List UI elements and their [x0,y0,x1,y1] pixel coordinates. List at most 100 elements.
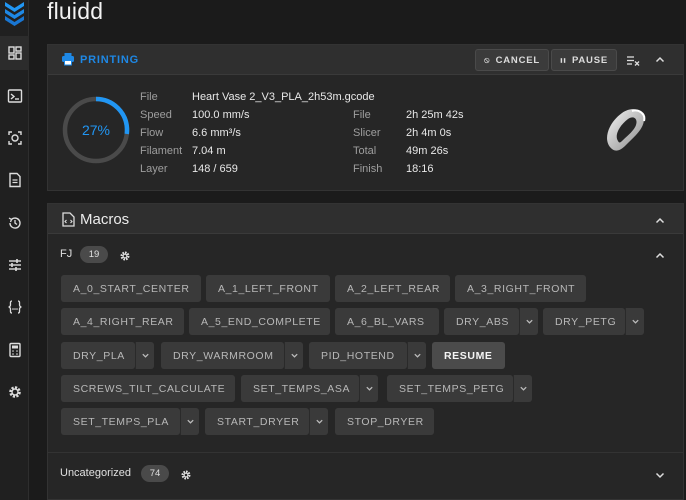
pause-button[interactable]: PAUSE [551,49,617,71]
tune-icon [8,259,21,271]
macro-button[interactable]: SCREWS_TILT_CALCULATE [61,375,235,402]
macro-button[interactable]: START_DRYER [205,408,309,435]
progress-percent: 27% [81,122,111,138]
macro-button[interactable]: DRY_ABS [444,308,519,335]
pause-button-label: PAUSE [571,54,608,66]
gear-icon[interactable] [180,468,192,486]
label-filament: Filament [140,145,183,157]
macro-group-name: FJ [60,248,73,260]
macro-button[interactable]: PID_HOTEND [309,342,407,369]
sidebar-item-macros-config[interactable] [0,290,29,324]
status-card-header: PRINTING CANCEL PAUSE [48,45,683,75]
label-layer: Layer [140,163,168,175]
chevron-down-icon [519,386,527,391]
macro-button[interactable]: A_0_START_CENTER [61,275,201,302]
macro-button[interactable]: SET_TEMPS_ASA [241,375,359,402]
model-thumbnail [607,109,646,151]
value-total-time: 49m 26s [406,145,449,157]
console-icon [7,89,22,103]
macro-button[interactable]: STOP_DRYER [335,408,434,435]
printer-status-card: PRINTING CANCEL PAUSE 27% File Heart Vas… [47,44,684,191]
value-layer: 148 / 659 [192,163,238,175]
macro-button[interactable]: SET_TEMPS_PLA [61,408,180,435]
macro-button[interactable]: A_6_BL_VARS [335,308,439,335]
calculator-icon [8,342,21,358]
macro-group-uncategorized-header[interactable]: Uncategorized 74 [48,455,683,493]
sidebar-item-camera[interactable] [0,121,29,155]
macros-title: Macros [80,211,130,228]
chevron-up-icon[interactable] [654,249,666,261]
chevron-down-icon [290,353,298,358]
macro-options-dropdown[interactable] [359,375,378,402]
printer-icon [61,52,75,71]
value-filename: Heart Vase 2_V3_PLA_2h53m.gcode [192,91,375,103]
collapse-macros-button[interactable] [654,214,666,226]
sidebar-item-settings[interactable] [0,375,29,409]
macro-button[interactable]: DRY_PLA [61,342,135,369]
resume-macro-button[interactable]: RESUME [432,342,505,369]
macro-button[interactable]: A_4_RIGHT_REAR [61,308,184,335]
history-icon [8,217,21,229]
sidebar-item-console[interactable] [0,79,29,113]
sidebar-item-calculator[interactable] [0,333,29,367]
file-icon [8,172,21,188]
collapse-status-button[interactable] [652,52,668,68]
macro-button[interactable]: A_3_RIGHT_FRONT [455,275,586,302]
macro-group-name: Uncategorized [60,467,131,479]
gear-icon [8,386,21,398]
value-slicer-time: 2h 4m 0s [406,127,452,139]
macro-options-dropdown[interactable] [625,308,644,335]
sidebar-item-history[interactable] [0,206,29,240]
value-speed: 100.0 mm/s [192,109,250,121]
label-speed: Speed [140,109,172,121]
macro-options-dropdown[interactable] [407,342,426,369]
fluidd-logo-icon[interactable] [2,0,27,28]
macro-options-dropdown[interactable] [519,308,538,335]
chevron-down-icon [315,419,323,424]
chevron-down-icon[interactable] [654,468,666,480]
macro-options-dropdown[interactable] [513,375,532,402]
print-state-label: PRINTING [80,54,139,66]
macro-button[interactable]: DRY_WARMROOM [161,342,284,369]
exclude-objects-button[interactable] [625,52,641,68]
chevron-down-icon [413,353,421,358]
sidebar-item-dashboard[interactable] [0,36,29,70]
macro-button[interactable]: A_2_LEFT_REAR [335,275,450,302]
macro-options-dropdown[interactable] [309,408,328,435]
cancel-icon [484,57,490,63]
chevron-down-icon [186,419,194,424]
file-code-icon [62,212,75,232]
chevron-down-icon [365,386,373,391]
macro-count-badge: 19 [80,246,108,263]
macro-options-dropdown[interactable] [284,342,303,369]
cancel-button-label: CANCEL [495,54,540,66]
macros-card-header: Macros [48,204,683,234]
sidebar-item-tune[interactable] [0,248,29,282]
label-file: File [140,91,158,103]
chevron-up-icon [655,56,665,63]
sidebar-item-files[interactable] [0,163,29,197]
sidebar [0,0,29,500]
camera-icon [7,131,22,145]
label-finish: Finish [353,163,383,175]
pause-icon [560,57,566,63]
code-braces-icon [7,300,22,314]
macro-button[interactable]: A_5_END_COMPLETE [189,308,330,335]
macro-button[interactable]: DRY_PETG [543,308,625,335]
macro-group-fj-header[interactable]: FJ 19 [48,236,683,274]
label-slicer-time: Slicer [353,127,381,139]
value-flow: 6.6 mm³/s [192,127,241,139]
value-filament: 7.04 m [192,145,226,157]
value-file-time: 2h 25m 42s [406,109,464,121]
macro-options-dropdown[interactable] [135,342,154,369]
macro-button[interactable]: A_1_LEFT_FRONT [206,275,330,302]
cancel-button[interactable]: CANCEL [475,49,549,71]
group-divider [48,452,683,453]
macro-button[interactable]: SET_TEMPS_PETG [387,375,513,402]
macro-options-dropdown[interactable] [180,408,199,435]
gear-icon[interactable] [119,249,131,267]
list-cancel-icon [627,56,640,66]
macros-card: Macros FJ 19 A_0_START_CENTER A_1_LEFT_F… [47,203,684,500]
label-file-time: File [353,109,371,121]
chevron-down-icon [525,319,533,324]
